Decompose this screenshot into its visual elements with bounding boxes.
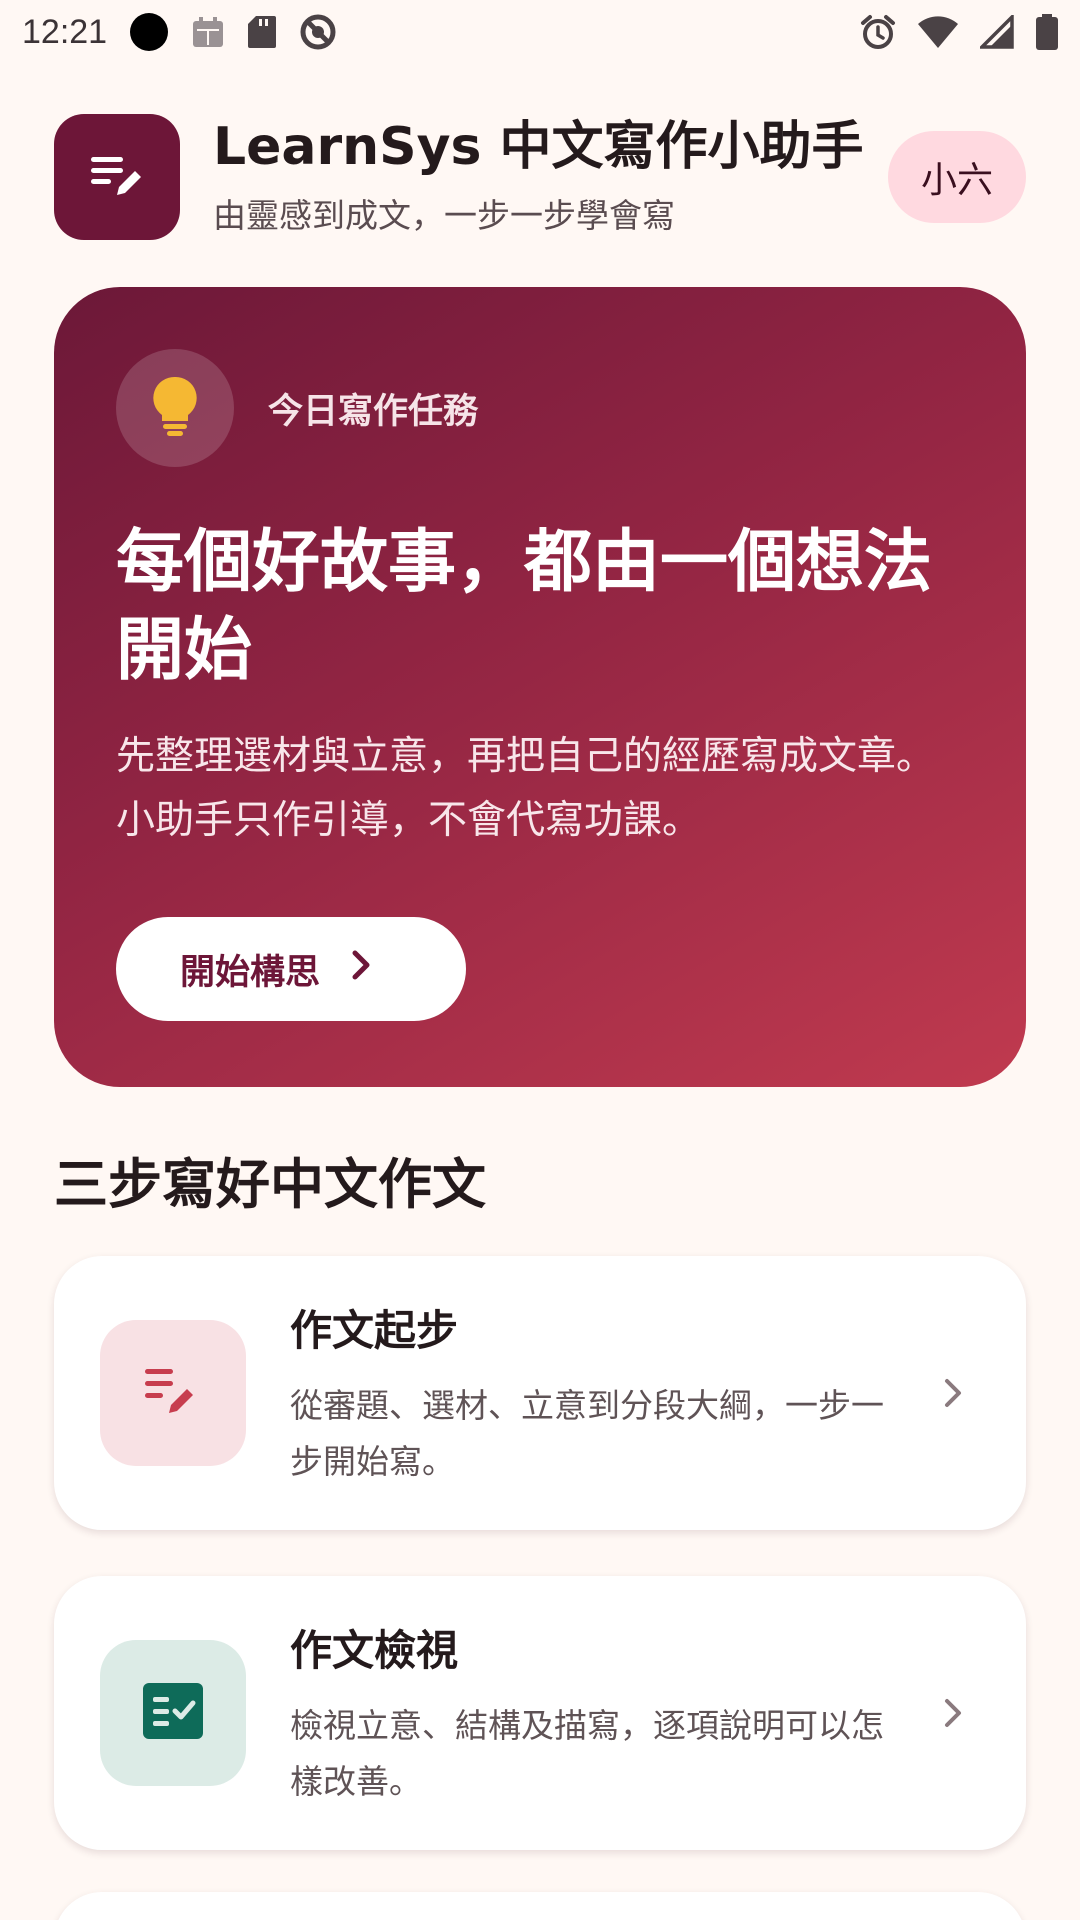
- alarm-icon: [860, 14, 896, 50]
- sync-off-icon: [299, 13, 337, 51]
- calendar-icon: [191, 15, 225, 49]
- start-button-label: 開始構思: [180, 952, 321, 993]
- status-left: 12:21: [22, 12, 337, 52]
- user-chip[interactable]: 小六: [888, 131, 1026, 223]
- notification-dot-icon: [129, 12, 169, 52]
- step-card-writing-review[interactable]: 作文檢視 檢視立意、結構及描寫，逐項說明可以怎樣改善。: [54, 1576, 1026, 1850]
- step-description: 檢視立意、結構及描寫，逐項說明可以怎樣改善。: [290, 1705, 884, 1801]
- step-title: 作文檢視: [290, 1625, 459, 1675]
- step-card-writing-start[interactable]: 作文起步 從審題、選材、立意到分段大綱，一步一步開始寫。: [54, 1256, 1026, 1530]
- step-title: 作文起步: [290, 1305, 459, 1355]
- status-bar: 12:21: [0, 0, 1080, 64]
- header-text: LearnSys 中文寫作小助手 由靈感到成文，一步一步學會寫: [213, 117, 888, 237]
- task-label: 今日寫作任務: [268, 391, 479, 432]
- app-subtitle: 由靈感到成文，一步一步學會寫: [213, 196, 675, 235]
- status-time: 12:21: [22, 12, 108, 51]
- wifi-icon: [918, 15, 958, 49]
- step-icon-box: [100, 1320, 246, 1466]
- hero-title: 每個好故事，都由一個想法開始: [116, 523, 933, 690]
- app-header: LearnSys 中文寫作小助手 由靈感到成文，一步一步學會寫 小六: [54, 114, 1026, 240]
- app-screen: 12:21 LearnSys 中文寫作小助手 由靈感到成文，一步一步學會寫 小六…: [0, 0, 1080, 1920]
- chevron-right-icon: [346, 948, 376, 991]
- lightbulb-badge: [116, 349, 234, 467]
- section-title: 三步寫好中文作文: [54, 1153, 486, 1216]
- lightbulb-icon: [150, 375, 200, 441]
- hero-description: 先整理選材與立意，再把自己的經歷寫成文章。小助手只作引導，不會代寫功課。: [116, 734, 936, 843]
- step-card-next-partial[interactable]: [54, 1892, 1026, 1920]
- chevron-right-icon: [940, 1376, 966, 1410]
- checklist-icon: [141, 1683, 205, 1743]
- step-text: 作文起步 從審題、選材、立意到分段大綱，一步一步開始寫。: [290, 1297, 910, 1490]
- task-row: 今日寫作任務: [116, 349, 964, 467]
- step-text: 作文檢視 檢視立意、結構及描寫，逐項說明可以怎樣改善。: [290, 1617, 910, 1810]
- sd-card-icon: [247, 15, 277, 49]
- step-icon-box: [100, 1640, 246, 1786]
- status-right: [860, 14, 1058, 50]
- chevron-right-icon: [940, 1696, 966, 1730]
- edit-notes-icon: [85, 143, 149, 211]
- daily-task-card: 今日寫作任務 每個好故事，都由一個想法開始 先整理選材與立意，再把自己的經歷寫成…: [54, 287, 1026, 1087]
- app-title: LearnSys 中文寫作小助手: [213, 117, 864, 177]
- signal-icon: [980, 15, 1014, 49]
- edit-notes-icon: [141, 1363, 205, 1423]
- start-brainstorm-button[interactable]: 開始構思: [116, 917, 466, 1021]
- app-logo: [54, 114, 180, 240]
- step-description: 從審題、選材、立意到分段大綱，一步一步開始寫。: [290, 1385, 884, 1481]
- battery-icon: [1036, 14, 1058, 50]
